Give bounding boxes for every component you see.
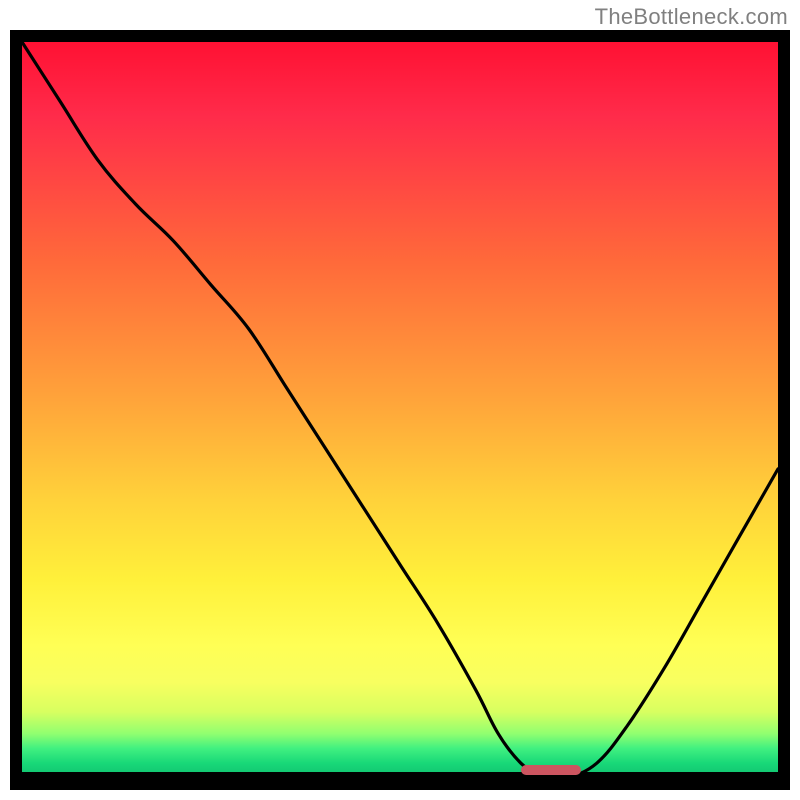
bottleneck-curve — [22, 42, 778, 778]
plot-area — [22, 42, 778, 778]
chart-line-svg — [22, 42, 778, 778]
minimum-marker — [521, 765, 581, 775]
watermark-text: TheBottleneck.com — [595, 4, 788, 30]
baseline — [22, 772, 778, 778]
chart-stage: TheBottleneck.com — [0, 0, 800, 800]
